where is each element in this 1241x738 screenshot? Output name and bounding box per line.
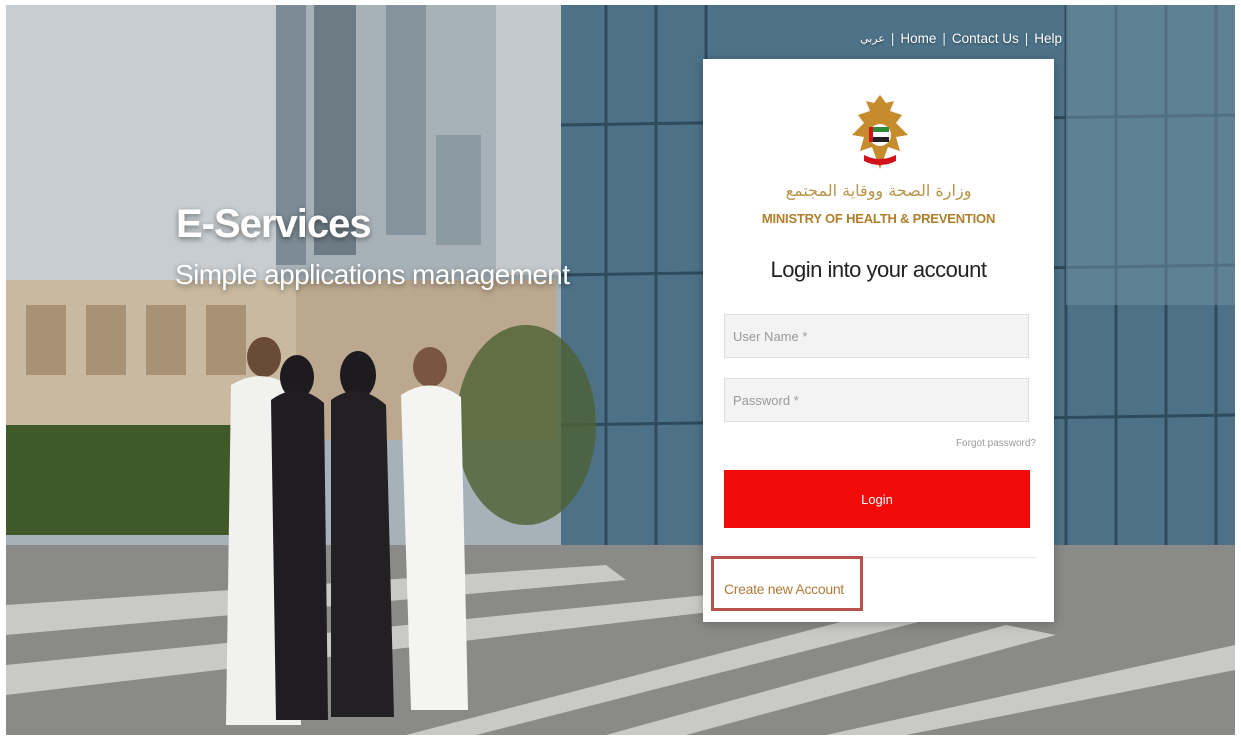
username-input[interactable]: [724, 314, 1029, 358]
contact-us-link[interactable]: Contact Us: [952, 31, 1019, 46]
home-link[interactable]: Home: [900, 31, 936, 46]
hero-subtitle: Simple applications management: [175, 259, 570, 290]
top-navigation: عربي | Home | Contact Us | Help: [860, 27, 1062, 49]
help-link[interactable]: Help: [1034, 31, 1062, 46]
hero-title: E-Services: [176, 202, 372, 246]
login-title: Login into your account: [770, 257, 988, 282]
language-arabic-link[interactable]: عربي: [860, 32, 885, 45]
login-card: وزارة الصحة ووقاية المجتمع MINISTRY OF H…: [703, 59, 1054, 622]
ministry-name-english: MINISTRY OF HEALTH & PREVENTION: [761, 211, 996, 226]
ministry-name-arabic: وزارة الصحة ووقاية المجتمع: [785, 181, 972, 200]
login-button[interactable]: Login: [724, 470, 1030, 528]
nav-separator: |: [890, 30, 895, 46]
nav-separator: |: [942, 30, 946, 46]
create-account-link[interactable]: Create new Account: [724, 581, 844, 597]
divider: [724, 557, 1036, 558]
forgot-password-link[interactable]: Forgot password?: [956, 438, 1036, 449]
uae-emblem-icon: [852, 95, 908, 169]
nav-separator: |: [1024, 30, 1029, 46]
password-input[interactable]: [724, 378, 1029, 422]
